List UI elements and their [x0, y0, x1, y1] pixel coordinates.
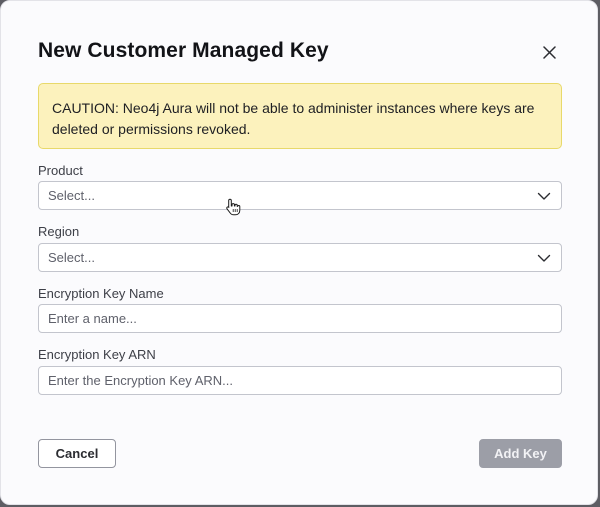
- region-label: Region: [38, 224, 80, 239]
- new-key-dialog: New Customer Managed Key CAUTION: Neo4j …: [0, 0, 598, 505]
- cancel-button[interactable]: Cancel: [38, 439, 116, 468]
- chevron-down-icon: [537, 192, 551, 200]
- region-select[interactable]: Select...: [38, 243, 562, 272]
- region-select-value: Select...: [48, 250, 95, 265]
- key-name-input[interactable]: [38, 304, 562, 333]
- hand-pointer-icon: [226, 198, 241, 216]
- dialog-title: New Customer Managed Key: [38, 39, 329, 62]
- close-icon: [542, 45, 556, 59]
- chevron-down-icon: [537, 254, 551, 262]
- product-label: Product: [38, 163, 83, 178]
- caution-banner: CAUTION: Neo4j Aura will not be able to …: [38, 83, 562, 149]
- key-arn-label: Encryption Key ARN: [38, 347, 156, 362]
- key-name-label: Encryption Key Name: [38, 286, 164, 301]
- product-select[interactable]: Select...: [38, 181, 562, 210]
- key-arn-input[interactable]: [38, 366, 562, 395]
- add-key-button[interactable]: Add Key: [479, 439, 562, 468]
- product-select-value: Select...: [48, 188, 95, 203]
- close-button[interactable]: [537, 40, 561, 64]
